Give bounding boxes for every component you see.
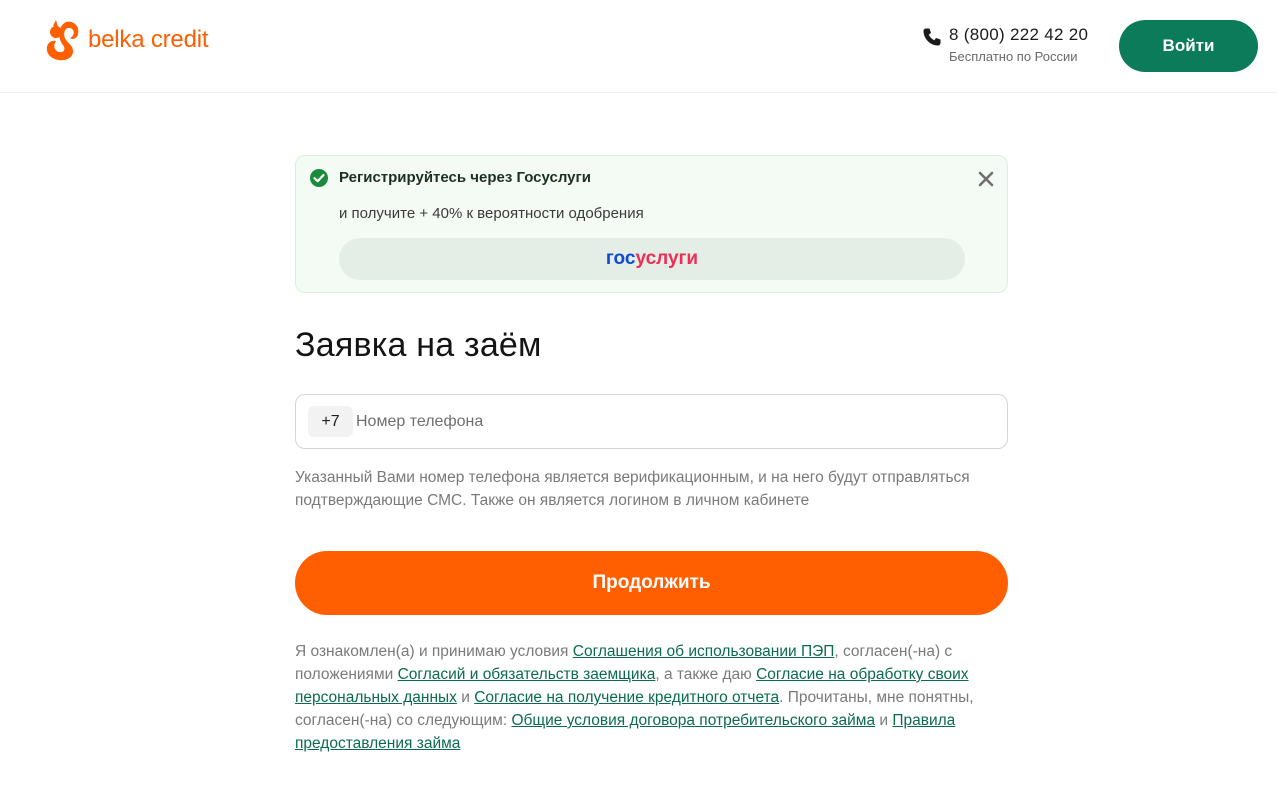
- phone-input[interactable]: [356, 407, 976, 437]
- logo[interactable]: belka credit: [44, 18, 209, 62]
- gosuslugi-banner: Регистрируйтесь через Госуслуги и получи…: [295, 155, 1008, 293]
- legal-consent-text: Я ознакомлен(а) и принимаю условия Согла…: [295, 640, 1008, 755]
- gosuslugi-login-button[interactable]: гос услуги: [339, 238, 965, 280]
- phone-number[interactable]: 8 (800) 222 42 20: [949, 25, 1088, 45]
- phone-note: Бесплатно по России: [949, 49, 1078, 64]
- site-header: belka credit 8 (800) 222 42 20 Бесплатно…: [0, 0, 1277, 93]
- borrower-consents-link[interactable]: Согласий и обязательств заемщика: [398, 666, 656, 683]
- banner-title: Регистрируйтесь через Госуслуги: [339, 169, 591, 186]
- pep-agreement-link[interactable]: Соглашения об использовании ПЭП: [573, 643, 835, 660]
- squirrel-logo-icon: [46, 20, 79, 61]
- country-code-prefix: +7: [308, 406, 353, 437]
- check-circle-icon: [310, 169, 328, 187]
- legal-text: и: [456, 689, 475, 706]
- legal-text: Я ознакомлен(а) и принимаю условия: [295, 643, 573, 660]
- continue-button[interactable]: Продолжить: [295, 551, 1008, 615]
- phone-icon: [923, 28, 941, 46]
- close-icon[interactable]: [976, 169, 996, 189]
- phone-field[interactable]: +7: [295, 394, 1008, 449]
- general-loan-terms-link[interactable]: Общие условия договора потребительского …: [511, 712, 875, 729]
- gosuslugi-logo-part-gos: гос: [605, 248, 636, 269]
- banner-subtitle: и получите + 40% к вероятности одобрения: [339, 205, 644, 222]
- legal-text: и: [875, 712, 893, 729]
- logo-text: belka credit: [88, 26, 209, 53]
- login-button[interactable]: Войти: [1119, 20, 1258, 72]
- phone-hint: Указанный Вами номер телефона является в…: [295, 469, 970, 509]
- hotline: 8 (800) 222 42 20 Бесплатно по России: [922, 24, 1102, 68]
- credit-report-consent-link[interactable]: Согласие на получение кредитного отчета: [474, 689, 779, 706]
- gosuslugi-logo-part-uslugi: услуги: [635, 248, 699, 269]
- legal-text: , а также даю: [655, 666, 757, 683]
- page-title: Заявка на заём: [295, 326, 542, 364]
